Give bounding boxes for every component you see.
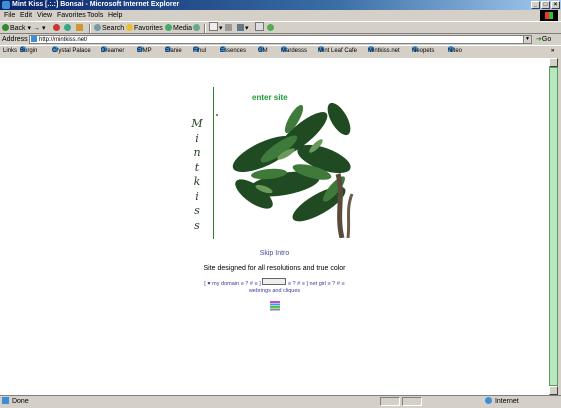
go-button[interactable]: ➔Go (536, 34, 551, 45)
address-input[interactable]: http://mintkiss.net/ ▼ (29, 35, 532, 44)
maximize-button[interactable]: □ (541, 1, 550, 9)
address-url: http://mintkiss.net/ (39, 37, 88, 43)
toolbar-separator (89, 24, 91, 33)
window-title: Mint Kiss [.:.:] Bonsai - Microsoft Inte… (12, 1, 180, 8)
menu-file[interactable]: File (4, 10, 15, 21)
internet-globe-icon (485, 397, 492, 404)
address-label: Address (2, 36, 28, 43)
standard-toolbar: Back ▾ → ▾ Search Favorites Media ▾ ▾ (0, 21, 561, 34)
title-bar: Mint Kiss [.:.:] Bonsai - Microsoft Inte… (0, 0, 561, 10)
toolbar-separator (204, 24, 206, 33)
stop-icon (53, 24, 60, 31)
status-done: Done (2, 396, 29, 408)
vertical-scrollbar[interactable] (549, 58, 558, 395)
print-icon (225, 24, 232, 31)
search-icon (94, 24, 101, 31)
back-arrow-icon (2, 24, 9, 31)
history-icon (193, 24, 200, 31)
menu-view[interactable]: View (37, 10, 52, 21)
bonsai-plant-image[interactable] (224, 94, 356, 238)
menu-help[interactable]: Help (108, 10, 122, 21)
green-divider-line (213, 87, 214, 239)
webring-net-girl-link[interactable]: ≡ ? # ≡ ] net girl ≡ ? # ≡ (288, 281, 345, 287)
page-viewport: M i n t k i s s enter site Skip Intro Si… (0, 58, 549, 395)
links-overflow-chevron-icon[interactable]: » (551, 46, 554, 57)
address-bar: Address http://mintkiss.net/ ▼ ➔Go (0, 34, 561, 45)
address-dropdown-button[interactable]: ▼ (523, 36, 531, 43)
vertical-site-title: M i n t k i s s (191, 117, 203, 232)
home-icon (76, 24, 83, 31)
webring-button-image[interactable] (262, 278, 287, 285)
webring-my-domain-link[interactable]: [ ♥ my domain ≡ ? # ≡ ] (204, 281, 260, 287)
star-icon (126, 24, 133, 31)
ie-icon (2, 1, 10, 9)
windows-logo-icon (540, 10, 558, 21)
menu-favorites[interactable]: Favorites (57, 10, 86, 21)
page-icon (31, 36, 37, 42)
menu-edit[interactable]: Edit (20, 10, 32, 21)
minimize-button[interactable]: _ (531, 1, 540, 9)
status-pane (402, 397, 422, 406)
close-button[interactable]: × (551, 1, 560, 9)
green-dot (216, 114, 218, 116)
menu-bar: File Edit View Favorites Tools Help (0, 10, 561, 21)
status-pane (380, 397, 400, 406)
status-zone: Internet (485, 396, 519, 408)
discuss-icon (255, 22, 264, 31)
resolution-note: Site designed for all resolutions and tr… (203, 265, 346, 272)
menu-tools[interactable]: Tools (87, 10, 103, 21)
mail-icon (209, 22, 218, 31)
media-icon (165, 24, 172, 31)
messenger-icon (267, 24, 274, 31)
skip-intro-link[interactable]: Skip Intro (0, 250, 549, 257)
links-label: Links (3, 48, 18, 54)
webrings-cliques-link[interactable]: webrings and cliques (249, 288, 300, 294)
enter-site-link[interactable]: enter site (252, 93, 288, 102)
links-bar: Links Burgin Crystal Palace Dreamer EIMP… (0, 45, 561, 56)
scroll-up-button[interactable] (549, 58, 558, 67)
edit-icon (237, 24, 244, 31)
status-bar: Done Internet (0, 395, 561, 407)
color-bars-icon[interactable] (270, 301, 280, 311)
scroll-thumb[interactable] (549, 67, 558, 386)
page-done-icon (2, 397, 9, 404)
webring-links: [ ♥ my domain ≡ ? # ≡ ] ≡ ? # ≡ ] net gi… (0, 278, 549, 295)
refresh-icon (64, 24, 71, 31)
scroll-down-button[interactable] (549, 386, 558, 395)
